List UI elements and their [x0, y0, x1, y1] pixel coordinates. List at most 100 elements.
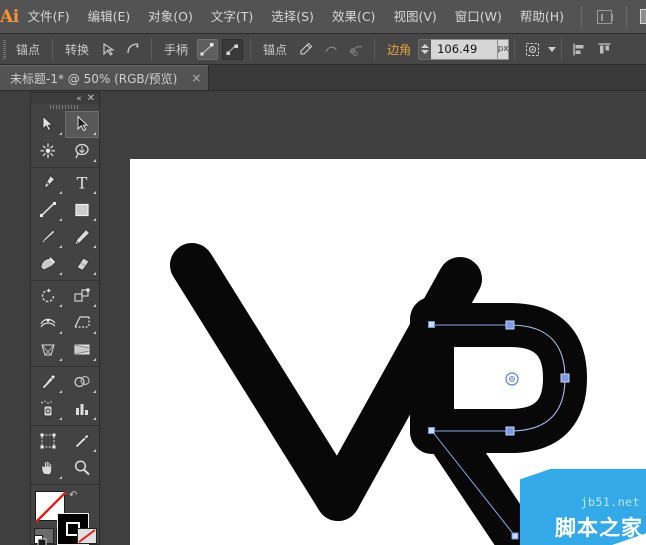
control-divider-1 [52, 38, 54, 60]
corner-units-label: px [498, 38, 510, 60]
close-icon[interactable]: ✕ [87, 93, 95, 104]
paintbrush-tool[interactable] [31, 224, 65, 251]
handle-endpoint-leg [511, 532, 519, 540]
type-tool[interactable]: T [65, 170, 99, 197]
menu-bar-right-controls [573, 0, 646, 34]
document-tab[interactable]: 未标题-1* @ 50% (RGB/预览) × [0, 65, 210, 90]
tools-panel: « ✕ T ↶ [30, 92, 100, 545]
transform-origin-icon [505, 372, 519, 386]
shape-builder-tool[interactable] [31, 337, 65, 364]
zoom-tool[interactable] [65, 455, 99, 482]
direct-selection-tool[interactable] [65, 110, 99, 138]
swap-fill-stroke-icon[interactable]: ↶ [69, 490, 77, 501]
anchor-point-right [560, 373, 570, 383]
eyedropper-tool[interactable] [31, 369, 65, 396]
svg-text:T: T [77, 174, 88, 192]
menu-object[interactable]: 对象(O) [139, 0, 202, 34]
rectangle-tool[interactable] [65, 197, 99, 224]
none-button[interactable] [77, 528, 98, 545]
menu-divider-2 [626, 6, 628, 27]
menu-edit[interactable]: 编辑(E) [79, 0, 140, 34]
tool-divider-3 [31, 365, 99, 367]
close-icon[interactable]: × [191, 72, 201, 84]
convert-to-smooth-icon[interactable] [123, 39, 144, 60]
artboard[interactable] [130, 159, 646, 545]
anchor-point-top [505, 320, 515, 330]
corner-value-stepper[interactable] [418, 38, 432, 60]
control-bar: 锚点 转换 手柄 锚点 边角 106.49 px [0, 34, 646, 65]
convert-to-corner-icon[interactable] [98, 39, 119, 60]
fill-stroke-controls: ↶ [31, 489, 99, 545]
anchor-point-label: 锚点 [16, 42, 41, 57]
tools-panel-header[interactable]: « ✕ [31, 93, 99, 104]
column-graph-tool[interactable] [65, 396, 99, 423]
hand-tool[interactable] [31, 455, 65, 482]
handle-endpoint-top [428, 321, 435, 328]
isolate-selected-icon[interactable] [522, 39, 543, 60]
menu-window[interactable]: 窗口(W) [446, 0, 511, 34]
symbol-sprayer-tool[interactable] [31, 396, 65, 423]
menu-divider [581, 6, 583, 27]
menu-effect[interactable]: 效果(C) [323, 0, 384, 34]
align-top-icon[interactable] [594, 39, 615, 60]
menu-view[interactable]: 视图(V) [384, 0, 445, 34]
rotate-tool[interactable] [31, 283, 65, 310]
slice-tool[interactable] [65, 428, 99, 455]
tool-divider-5 [31, 483, 99, 485]
workspace-switcher-icon[interactable] [638, 6, 646, 28]
corner-value-input[interactable]: 106.49 [431, 38, 499, 60]
anchor-point-bottom [505, 426, 515, 436]
tools-panel-grip[interactable] [31, 104, 99, 111]
remove-anchor-icon[interactable] [296, 39, 317, 60]
lasso-tool[interactable] [65, 138, 99, 165]
menu-bar: Ai 文件(F) 编辑(E) 对象(O) 文字(T) 选择(S) 效果(C) 视… [0, 0, 646, 34]
control-divider-3 [250, 38, 252, 60]
show-handles-icon[interactable] [197, 38, 219, 60]
tool-divider-2 [31, 279, 99, 281]
pen-tool[interactable] [31, 170, 65, 197]
convert-label: 转换 [65, 42, 90, 57]
handle-endpoint-bottom [428, 427, 435, 434]
handles-label: 手柄 [164, 42, 189, 57]
magic-wand-tool[interactable] [31, 138, 65, 165]
menu-select[interactable]: 选择(S) [262, 0, 323, 34]
line-segment-tool[interactable] [31, 197, 65, 224]
blob-brush-tool[interactable] [31, 251, 65, 278]
control-divider-5 [514, 38, 516, 60]
document-tab-bar: 未标题-1* @ 50% (RGB/预览) × [0, 65, 646, 91]
connect-anchors-icon [321, 39, 342, 60]
document-tab-title: 未标题-1* @ 50% (RGB/预览) [10, 71, 178, 86]
pencil-tool[interactable] [65, 224, 99, 251]
hide-handles-icon[interactable] [222, 38, 244, 60]
blend-tool[interactable] [65, 369, 99, 396]
menu-help[interactable]: 帮助(H) [511, 0, 573, 34]
menu-file[interactable]: 文件(F) [19, 0, 79, 34]
align-left-icon[interactable] [569, 39, 590, 60]
width-tool[interactable] [31, 310, 65, 337]
anchors-group-label: 锚点 [263, 42, 288, 57]
eraser-tool[interactable] [65, 251, 99, 278]
default-fill-stroke-icon[interactable] [34, 533, 47, 545]
cut-path-icon [346, 39, 367, 60]
vr-logo-artwork[interactable] [130, 159, 646, 545]
control-divider-2 [151, 38, 153, 60]
scale-tool[interactable] [65, 283, 99, 310]
bridge-icon[interactable] [593, 6, 615, 28]
illustrator-window: Ai 文件(F) 编辑(E) 对象(O) 文字(T) 选择(S) 效果(C) 视… [0, 0, 646, 545]
control-divider-4 [374, 38, 376, 60]
tool-divider-1 [31, 166, 99, 168]
perspective-grid-tool[interactable] [65, 337, 99, 364]
free-transform-tool[interactable] [65, 310, 99, 337]
app-logo-icon: Ai [0, 6, 19, 27]
collapse-icon[interactable]: « [76, 94, 81, 104]
control-bar-grip[interactable] [0, 34, 9, 65]
tool-grid: T [31, 110, 99, 482]
artboard-tool[interactable] [31, 428, 65, 455]
isolate-chevron-down-icon[interactable] [548, 46, 557, 52]
control-divider-6 [561, 38, 563, 60]
selection-tool[interactable] [31, 111, 65, 138]
tool-divider-4 [31, 424, 99, 426]
menu-type[interactable]: 文字(T) [202, 0, 262, 34]
letter-v-left-stroke [170, 243, 360, 521]
corner-label: 边角 [387, 42, 412, 57]
